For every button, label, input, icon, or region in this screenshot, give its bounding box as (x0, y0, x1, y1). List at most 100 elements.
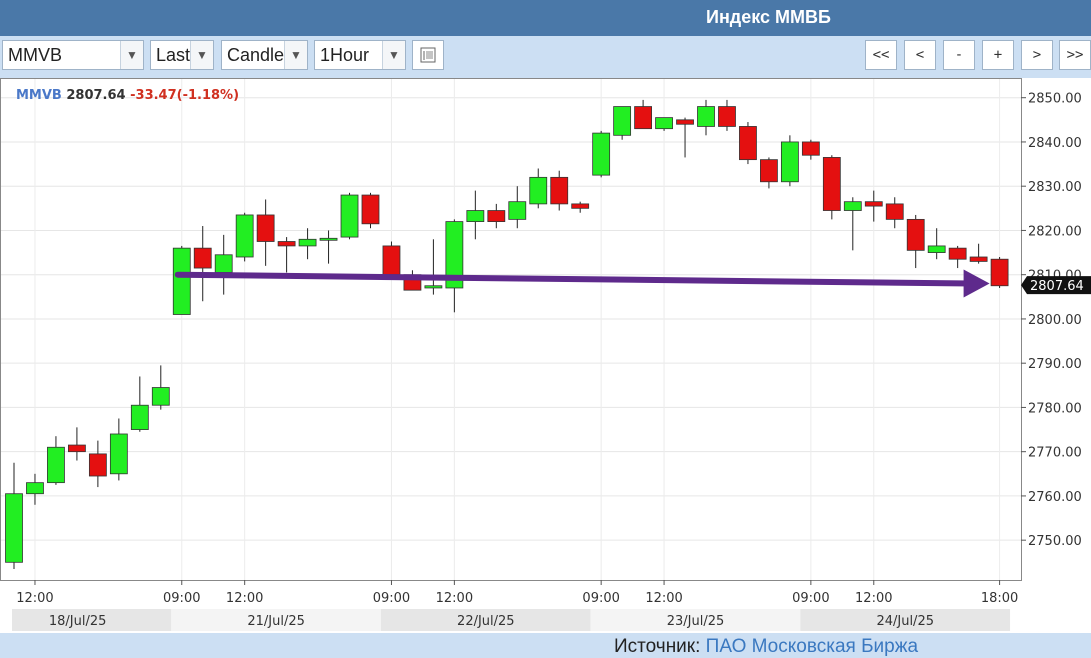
chevron-down-icon: ▼ (120, 41, 143, 69)
candle-body (172, 247, 191, 315)
scroll-end-button[interactable]: >> (1059, 40, 1091, 70)
scroll-right-button[interactable]: > (1021, 40, 1053, 70)
y-tick-label: 2820.00 (1028, 224, 1082, 239)
candle-body (739, 126, 757, 161)
y-tick-label: 2760.00 (1028, 490, 1082, 505)
y-tick-label: 2790.00 (1028, 357, 1082, 372)
candle-body (613, 106, 632, 136)
candle-body (885, 203, 904, 220)
interval-select[interactable]: 1Hour ▼ (314, 40, 406, 70)
x-time-label: 18:00 (981, 591, 1018, 606)
chart-area[interactable]: 2750.00 2760.00 2770.00 2780.00 2790.00 2800.… (0, 78, 1091, 633)
title-bar: Индекс ММВБ (0, 0, 1091, 36)
date-band-label: 24/Jul/25 (876, 614, 934, 629)
y-tick-label: 2770.00 (1028, 446, 1082, 461)
candle-body (529, 176, 548, 205)
candle-body (277, 241, 296, 247)
chevron-down-icon: ▼ (382, 41, 405, 69)
x-time-label: 09:00 (163, 591, 200, 606)
candle-body (109, 433, 128, 475)
candle-body (676, 119, 694, 125)
symbol-select[interactable]: MMVB ▼ (2, 40, 144, 70)
candle-body (571, 203, 590, 209)
candle-body (864, 201, 883, 207)
y-tick-label: 2750.00 (1028, 534, 1082, 549)
candle-body (26, 482, 44, 495)
price-info: MMVB 2807.64 -33.47(-1.18%) (16, 88, 239, 103)
x-axis: 12:00 09:00 12:00 09:00 12:00 09:00 12:00 09:00… (12, 580, 1018, 631)
price-field-select[interactable]: Last ▼ (150, 40, 214, 70)
chevron-down-icon: ▼ (190, 41, 213, 69)
candle-body (130, 404, 149, 430)
y-axis: 2750.00 2760.00 2770.00 2780.00 2790.00 2800.… (1021, 92, 1091, 549)
scroll-start-button[interactable]: << (865, 40, 897, 70)
last-price-label: 2807.64 (1030, 279, 1084, 294)
date-band-label: 21/Jul/25 (247, 614, 305, 629)
chevron-down-icon: ▼ (284, 41, 307, 69)
zoom-in-button[interactable]: + (982, 40, 1014, 70)
y-tick-label: 2830.00 (1028, 180, 1082, 195)
candle-body (466, 210, 485, 222)
candle-body (424, 285, 443, 289)
price-field-select-value: Last (156, 45, 191, 65)
candle-body (760, 159, 778, 183)
candle-body (843, 201, 862, 211)
candle-body (508, 201, 527, 220)
symbol-select-value: MMVB (8, 45, 62, 65)
candle-body (990, 258, 1009, 287)
date-band-label: 23/Jul/25 (667, 614, 725, 629)
settings-button[interactable] (412, 40, 444, 70)
candle-body (927, 245, 946, 253)
list-settings-icon (420, 47, 436, 63)
candle-body (697, 106, 715, 127)
date-band-label: 18/Jul/25 (49, 614, 107, 629)
candle-body (214, 254, 233, 273)
candle-body (361, 194, 380, 225)
info-change: -33.47(-1.18%) (130, 88, 240, 103)
candle-body (822, 157, 841, 211)
x-time-label: 09:00 (373, 591, 410, 606)
x-time-label: 12:00 (645, 591, 682, 606)
chart-style-select[interactable]: Candle ▼ (221, 40, 308, 70)
plot-frame (0, 78, 1022, 581)
candle-body (340, 194, 359, 238)
candle-body (47, 446, 65, 484)
candle-body (235, 214, 254, 258)
candle-body (193, 247, 212, 269)
x-time-label: 12:00 (436, 591, 473, 606)
source-text: Источник: ПАО Московская Биржа (614, 636, 918, 658)
chart-style-select-value: Candle (227, 45, 285, 65)
candle-body (319, 237, 338, 241)
page-title: Индекс ММВБ (706, 7, 831, 27)
y-tick-label: 2840.00 (1028, 136, 1082, 151)
candle-body (655, 117, 673, 130)
candle-body (151, 387, 170, 406)
toolbar: MMVB ▼ Last ▼ Candle ▼ 1Hour ▼ << < - + … (0, 36, 1091, 78)
source-label: Источник: (614, 636, 701, 657)
x-time-label: 09:00 (792, 591, 829, 606)
candle-body (592, 132, 611, 176)
zoom-out-button[interactable]: - (943, 40, 975, 70)
candle-body (550, 176, 569, 205)
interval-select-value: 1Hour (320, 45, 370, 65)
candle-body (801, 141, 820, 156)
candle-body (780, 141, 799, 183)
candle-body (487, 210, 506, 222)
info-symbol: MMVB (16, 88, 62, 103)
candle-body (948, 247, 967, 260)
candle-body (634, 106, 652, 130)
candle-body (68, 444, 86, 453)
scroll-left-button[interactable]: < (904, 40, 936, 70)
candlestick-chart[interactable]: 2750.00 2760.00 2770.00 2780.00 2790.00 2800.… (0, 78, 1091, 633)
candle-body (969, 256, 988, 262)
x-time-label: 12:00 (16, 591, 53, 606)
x-time-label: 12:00 (855, 591, 892, 606)
y-tick-label: 2850.00 (1028, 92, 1082, 107)
source-bar: Источник: ПАО Московская Биржа (0, 633, 1091, 658)
info-price: 2807.64 (66, 88, 126, 103)
x-time-label: 09:00 (582, 591, 619, 606)
candle-body (5, 493, 23, 563)
candle-body (906, 218, 925, 251)
x-time-label: 12:00 (226, 591, 263, 606)
source-link[interactable]: ПАО Московская Биржа (706, 636, 918, 657)
